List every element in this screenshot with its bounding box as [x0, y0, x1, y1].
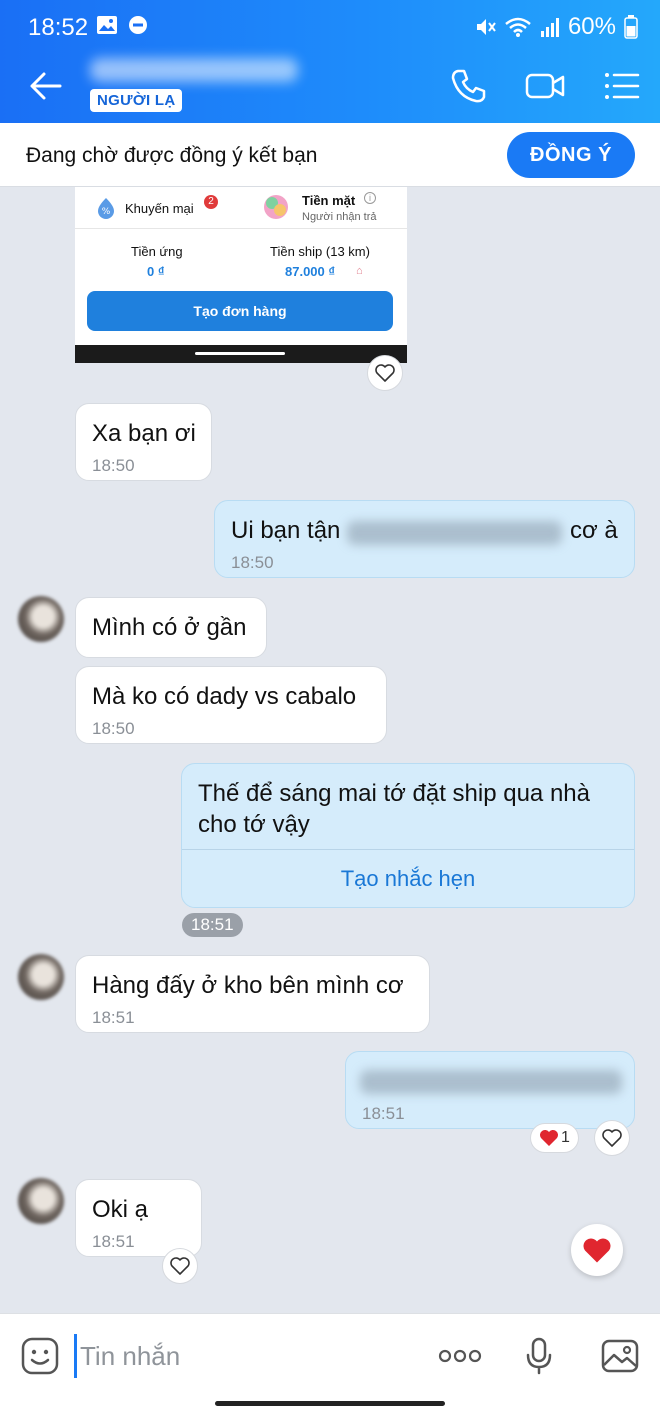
menu-icon[interactable] — [600, 64, 644, 108]
heart-outline-icon — [602, 1129, 622, 1147]
heart-outline-icon — [375, 364, 395, 382]
sticker-icon — [21, 1337, 59, 1375]
time-divider: 18:51 — [182, 913, 243, 937]
microphone-icon — [526, 1337, 552, 1375]
advance-label: Tiền ứng — [131, 244, 183, 259]
top-bar: 18:52 60% NGƯỜI LẠ — [0, 0, 660, 123]
message-text-after: cơ à — [570, 517, 618, 544]
contact-avatar[interactable] — [18, 596, 64, 642]
message-text: Xa bạn ơi — [92, 420, 196, 447]
message-text-before: Ui bạn tận — [231, 517, 341, 544]
card-fee-row: Tiền ứng 0 ₫ Tiền ship (13 km) 87.000 ₫ … — [75, 230, 407, 290]
message-incoming[interactable]: Hàng đấy ở kho bên mình cơ 18:51 — [75, 955, 430, 1033]
message-time: 18:50 — [231, 553, 274, 572]
image-icon — [601, 1339, 639, 1373]
message-time: 18:50 — [92, 456, 135, 475]
message-incoming[interactable]: Mình có ở gần — [75, 597, 267, 658]
promo-icon: % — [98, 198, 114, 219]
contact-avatar[interactable] — [18, 954, 64, 1000]
status-bar: 18:52 60% — [0, 0, 660, 50]
contact-name-blurred[interactable] — [90, 58, 298, 82]
message-outgoing[interactable]: Thế để sáng mai tớ đặt ship qua nhà cho … — [181, 763, 635, 908]
react-heart-button[interactable] — [162, 1248, 198, 1284]
message-time: 18:51 — [362, 1104, 405, 1123]
cash-label: Tiền mặt — [302, 193, 356, 208]
sticker-button[interactable] — [18, 1334, 62, 1378]
phone-icon[interactable] — [446, 64, 490, 108]
create-reminder-button[interactable]: Tạo nhắc hẹn — [182, 849, 634, 907]
contact-avatar[interactable] — [18, 1178, 64, 1224]
signal-icon — [540, 18, 559, 37]
info-icon: i — [364, 192, 376, 204]
ship-label: Tiền ship (13 km) — [270, 244, 370, 259]
status-time: 18:52 — [28, 14, 89, 41]
chat-header: NGƯỜI LẠ — [0, 50, 660, 123]
message-text: Mình có ở gần — [92, 614, 247, 641]
react-heart-button[interactable] — [594, 1120, 630, 1156]
advance-value: 0 ₫ — [147, 264, 165, 279]
message-input-bar — [0, 1313, 660, 1415]
battery-percent: 60% — [567, 13, 616, 40]
mute-icon — [476, 19, 496, 35]
reaction-count: 1 — [561, 1129, 570, 1146]
message-incoming[interactable]: Xa bạn ơi 18:50 — [75, 403, 212, 481]
message-text-line2: cho tớ vậy — [198, 811, 310, 838]
card-nav-bar — [75, 345, 407, 363]
more-options-button[interactable] — [437, 1334, 483, 1378]
heart-outline-icon — [170, 1257, 190, 1275]
wifi-icon — [505, 17, 531, 37]
reaction-count-badge[interactable]: 1 — [530, 1123, 579, 1153]
message-text-line1: Thế để sáng mai tớ đặt ship qua nhà — [198, 780, 590, 807]
stranger-badge: NGƯỜI LẠ — [90, 89, 183, 112]
dnd-icon — [129, 16, 147, 34]
promo-label: Khuyến mại — [125, 201, 194, 216]
heart-filled-icon — [583, 1238, 611, 1262]
promo-count-badge: 2 — [204, 195, 218, 209]
gallery-icon — [97, 16, 117, 34]
heart-filled-icon — [540, 1130, 558, 1146]
cash-icon — [264, 195, 288, 219]
message-text: Oki ạ — [92, 1196, 149, 1223]
cash-subtext: Người nhận trả — [302, 211, 377, 223]
video-icon[interactable] — [523, 64, 567, 108]
request-status-text: Đang chờ được đồng ý kết bạn — [26, 144, 318, 167]
message-input[interactable] — [74, 1334, 404, 1378]
photo-button[interactable] — [598, 1334, 642, 1378]
message-time: 18:51 — [92, 1008, 135, 1027]
svg-text:%: % — [102, 207, 111, 217]
gesture-nav-handle — [215, 1401, 445, 1406]
ship-value: 87.000 ₫ — [285, 264, 336, 279]
battery-icon — [624, 15, 638, 39]
quick-reaction-button[interactable] — [571, 1224, 623, 1276]
message-text: Hàng đấy ở kho bên mình cơ — [92, 972, 404, 999]
react-heart-button[interactable] — [367, 355, 403, 391]
voice-button[interactable] — [517, 1334, 561, 1378]
message-outgoing[interactable]: Ui bạn tận cơ à 18:50 — [214, 500, 635, 578]
card-payment-row: % Khuyến mại 2 Tiền mặt i Người nhận trả — [75, 187, 407, 229]
status-right: 60% — [474, 13, 638, 41]
blurred-message-text — [360, 1070, 622, 1094]
create-order-button[interactable]: Tạo đơn hàng — [87, 291, 393, 331]
fee-detail-icon: ⌂ — [356, 265, 363, 277]
more-dots-icon — [438, 1349, 482, 1363]
message-time: 18:51 — [92, 1232, 135, 1251]
blurred-location-text — [347, 521, 562, 545]
friend-request-bar: Đang chờ được đồng ý kết bạn ĐỒNG Ý — [0, 123, 660, 187]
message-time: 18:50 — [92, 719, 135, 738]
message-incoming[interactable]: Oki ạ 18:51 — [75, 1179, 202, 1257]
message-incoming[interactable]: Mà ko có dady vs cabalo 18:50 — [75, 666, 387, 744]
shared-image-card[interactable]: % Khuyến mại 2 Tiền mặt i Người nhận trả… — [75, 187, 407, 363]
back-arrow-icon[interactable] — [26, 66, 66, 106]
accept-friend-button[interactable]: ĐỒNG Ý — [507, 132, 635, 178]
message-outgoing[interactable]: 18:51 — [345, 1051, 635, 1129]
message-text: Mà ko có dady vs cabalo — [92, 683, 357, 710]
